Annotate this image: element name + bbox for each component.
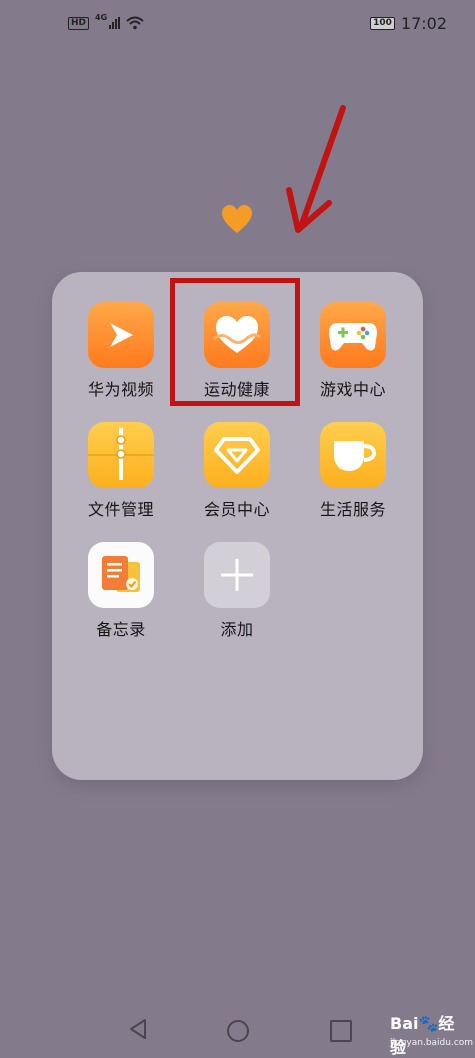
plus-icon <box>204 542 270 608</box>
member-diamond-icon <box>204 422 270 488</box>
huawei-video-icon <box>88 302 154 368</box>
app-label: 生活服务 <box>319 500 386 519</box>
red-highlight-box <box>170 278 300 406</box>
app-label: 文件管理 <box>87 500 154 519</box>
watermark-brand: Bai <box>390 1014 419 1033</box>
back-nav-icon[interactable] <box>128 1018 148 1040</box>
app-life-services[interactable]: 生活服务 <box>295 422 411 520</box>
paw-icon: 🐾 <box>418 1014 439 1033</box>
game-controller-icon <box>320 302 386 368</box>
add-app-button[interactable]: 添加 <box>179 542 295 640</box>
app-huawei-video[interactable]: 华为视频 <box>63 302 179 400</box>
app-label: 添加 <box>220 620 254 639</box>
baidu-jingyan-watermark: Bai🐾经验 jingyan.baidu.com <box>390 1010 474 1057</box>
app-label: 会员中心 <box>203 500 270 519</box>
watermark-logo: Bai🐾经验 <box>390 1010 470 1058</box>
coffee-cup-icon <box>320 422 386 488</box>
watermark-url: jingyan.baidu.com <box>390 1038 474 1048</box>
app-member-center[interactable]: 会员中心 <box>179 422 295 520</box>
app-notes[interactable]: 备忘录 <box>63 542 179 640</box>
home-nav-icon[interactable] <box>227 1020 249 1042</box>
app-label: 游戏中心 <box>319 380 386 399</box>
app-label: 华为视频 <box>87 380 154 399</box>
red-arrow-annotation <box>286 105 346 233</box>
app-file-manager[interactable]: 文件管理 <box>63 422 179 520</box>
notepad-icon <box>88 542 154 608</box>
recent-apps-nav-icon[interactable] <box>330 1020 352 1042</box>
app-label: 备忘录 <box>96 620 146 639</box>
app-game-center[interactable]: 游戏中心 <box>295 302 411 400</box>
folder-icon <box>88 422 154 488</box>
